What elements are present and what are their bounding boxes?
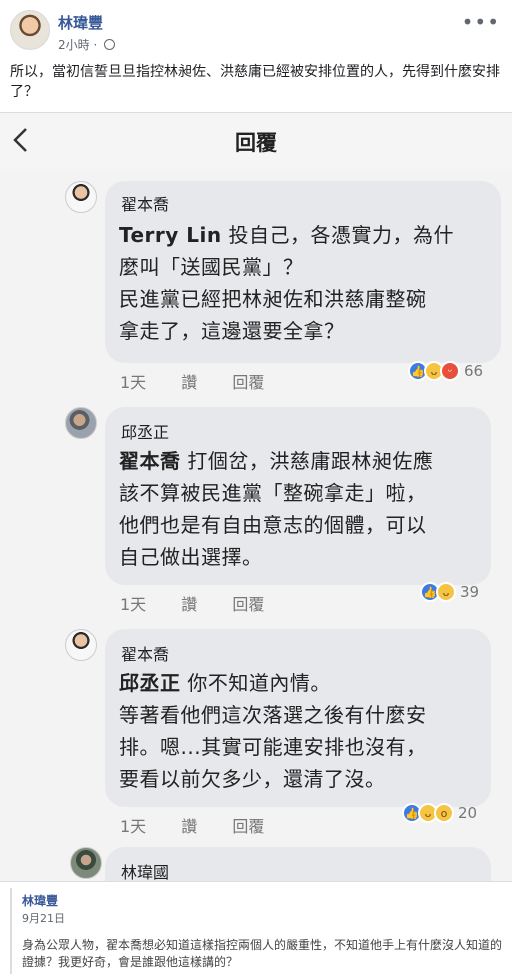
comment-body: Terry Lin 投自己，各憑實力，為什 麼叫「送國民黨」？ 民進黨已經把林昶… [119, 219, 491, 347]
commenter-avatar [65, 407, 97, 439]
comment-line: 排。嗯...其實可能連安排也沒有， [119, 735, 427, 759]
comment-line: 投自己，各憑實力，為什 [228, 223, 454, 247]
screenshot-title: 回覆 [235, 131, 277, 155]
commenter-avatar [70, 847, 102, 879]
comment-time: 1天 [120, 817, 147, 836]
haha-reaction-icon: ᴗ [436, 582, 456, 602]
comment-author: 邱丞正 [121, 423, 170, 442]
reply-text: 身為公眾人物，翟本喬想必知道這樣指控兩個人的嚴重性，不知道他手上有什麼沒人知道的… [22, 938, 503, 969]
commenter-avatar [65, 629, 97, 661]
reply-link: 回覆 [232, 595, 265, 614]
comment-bubble: 林瑋國 [105, 847, 491, 882]
like-link: 讚 [181, 595, 198, 614]
comment-bubble: 翟本喬 Terry Lin 投自己，各憑實力，為什 麼叫「送國民黨」？ 民進黨已… [105, 181, 501, 363]
like-link: 讚 [181, 373, 198, 392]
like-link: 讚 [181, 817, 198, 836]
comment-line: 該不算被民進黨「整碗拿走」啦， [119, 481, 427, 505]
comment-line: 麼叫「送國民黨」？ [119, 255, 304, 279]
comment-author: 林瑋國 [121, 863, 170, 882]
comment-meta: 1天 讚 回覆 [120, 369, 294, 393]
post-header: 林瑋豐 2小時 · ••• [0, 0, 512, 58]
comment-line: 自己做出選擇。 [119, 545, 263, 569]
more-options-icon[interactable]: ••• [462, 10, 500, 34]
globe-icon [104, 39, 116, 50]
reply-link: 回覆 [232, 817, 265, 836]
comment-time: 1天 [120, 595, 147, 614]
comment-author: 翟本喬 [121, 195, 170, 214]
comment-body: 邱丞正 你不知道內情。 等著看他們這次落選之後有什麼安 排。嗯...其實可能連安… [119, 667, 481, 795]
post-time-text[interactable]: 2小時 [58, 38, 90, 52]
reaction-summary: 👍 ᴗ o 20 [402, 803, 477, 823]
comment-meta: 1天 讚 回覆 [120, 591, 294, 615]
reaction-summary: 👍 ᴗ ᵕ 66 [408, 361, 483, 381]
reaction-count: 39 [460, 583, 480, 601]
reply-date[interactable]: 9月21日 [22, 910, 65, 926]
comment-author: 翟本喬 [121, 645, 170, 664]
author-avatar[interactable] [10, 10, 50, 50]
comment-line: 打個岔，洪慈庸跟林昶佐應 [187, 449, 434, 473]
reply-link: 回覆 [232, 373, 265, 392]
wow-reaction-icon: o [434, 803, 454, 823]
comment-line: 他們也是有自由意志的個體，可以 [119, 513, 427, 537]
comment-time: 1天 [120, 373, 147, 392]
comment-mention: 翟本喬 [119, 449, 181, 473]
post-author-name[interactable]: 林瑋豐 [58, 12, 103, 33]
comment-body: 翟本喬 打個岔，洪慈庸跟林昶佐應 該不算被民進黨「整碗拿走」啦， 他們也是有自由… [119, 445, 481, 573]
comment-line: 拿走了，這邊還要全拿？ [119, 319, 345, 343]
post-text: 所以，當初信誓旦旦指控林昶佐、洪慈庸已經被安排位置的人，先得到什麼安排了？ [10, 64, 500, 100]
comment-line: 等著看他們這次落選之後有什麼安 [119, 703, 427, 727]
reply-author-name[interactable]: 林瑋豐 [22, 892, 58, 909]
comment-mention: 邱丞正 [119, 671, 181, 695]
comment-line: 民進黨已經把林昶佐和洪慈庸整碗 [119, 287, 427, 311]
comment-mention: Terry Lin [119, 223, 222, 247]
embedded-screenshot: 回覆 翟本喬 Terry Lin 投自己，各憑實力，為什 麼叫「送國民黨」？ 民… [0, 112, 512, 882]
comment-bubble: 翟本喬 邱丞正 你不知道內情。 等著看他們這次落選之後有什麼安 排。嗯...其實… [105, 629, 491, 807]
comment-line: 你不知道內情。 [187, 671, 331, 695]
angry-reaction-icon: ᵕ [440, 361, 460, 381]
reply-divider [10, 888, 12, 974]
reaction-count: 20 [458, 804, 478, 822]
screenshot-header: 回覆 [0, 113, 512, 169]
commenter-avatar [65, 181, 97, 213]
post-timestamp[interactable]: 2小時 · [58, 36, 116, 53]
comment-meta: 1天 讚 回覆 [120, 813, 294, 837]
reaction-summary: 👍 ᴗ 39 [420, 582, 479, 602]
comment-line: 要看以前欠多少，還清了沒。 [119, 767, 386, 791]
comment-bubble: 邱丞正 翟本喬 打個岔，洪慈庸跟林昶佐應 該不算被民進黨「整碗拿走」啦， 他們也… [105, 407, 491, 585]
reaction-count: 66 [464, 362, 484, 380]
